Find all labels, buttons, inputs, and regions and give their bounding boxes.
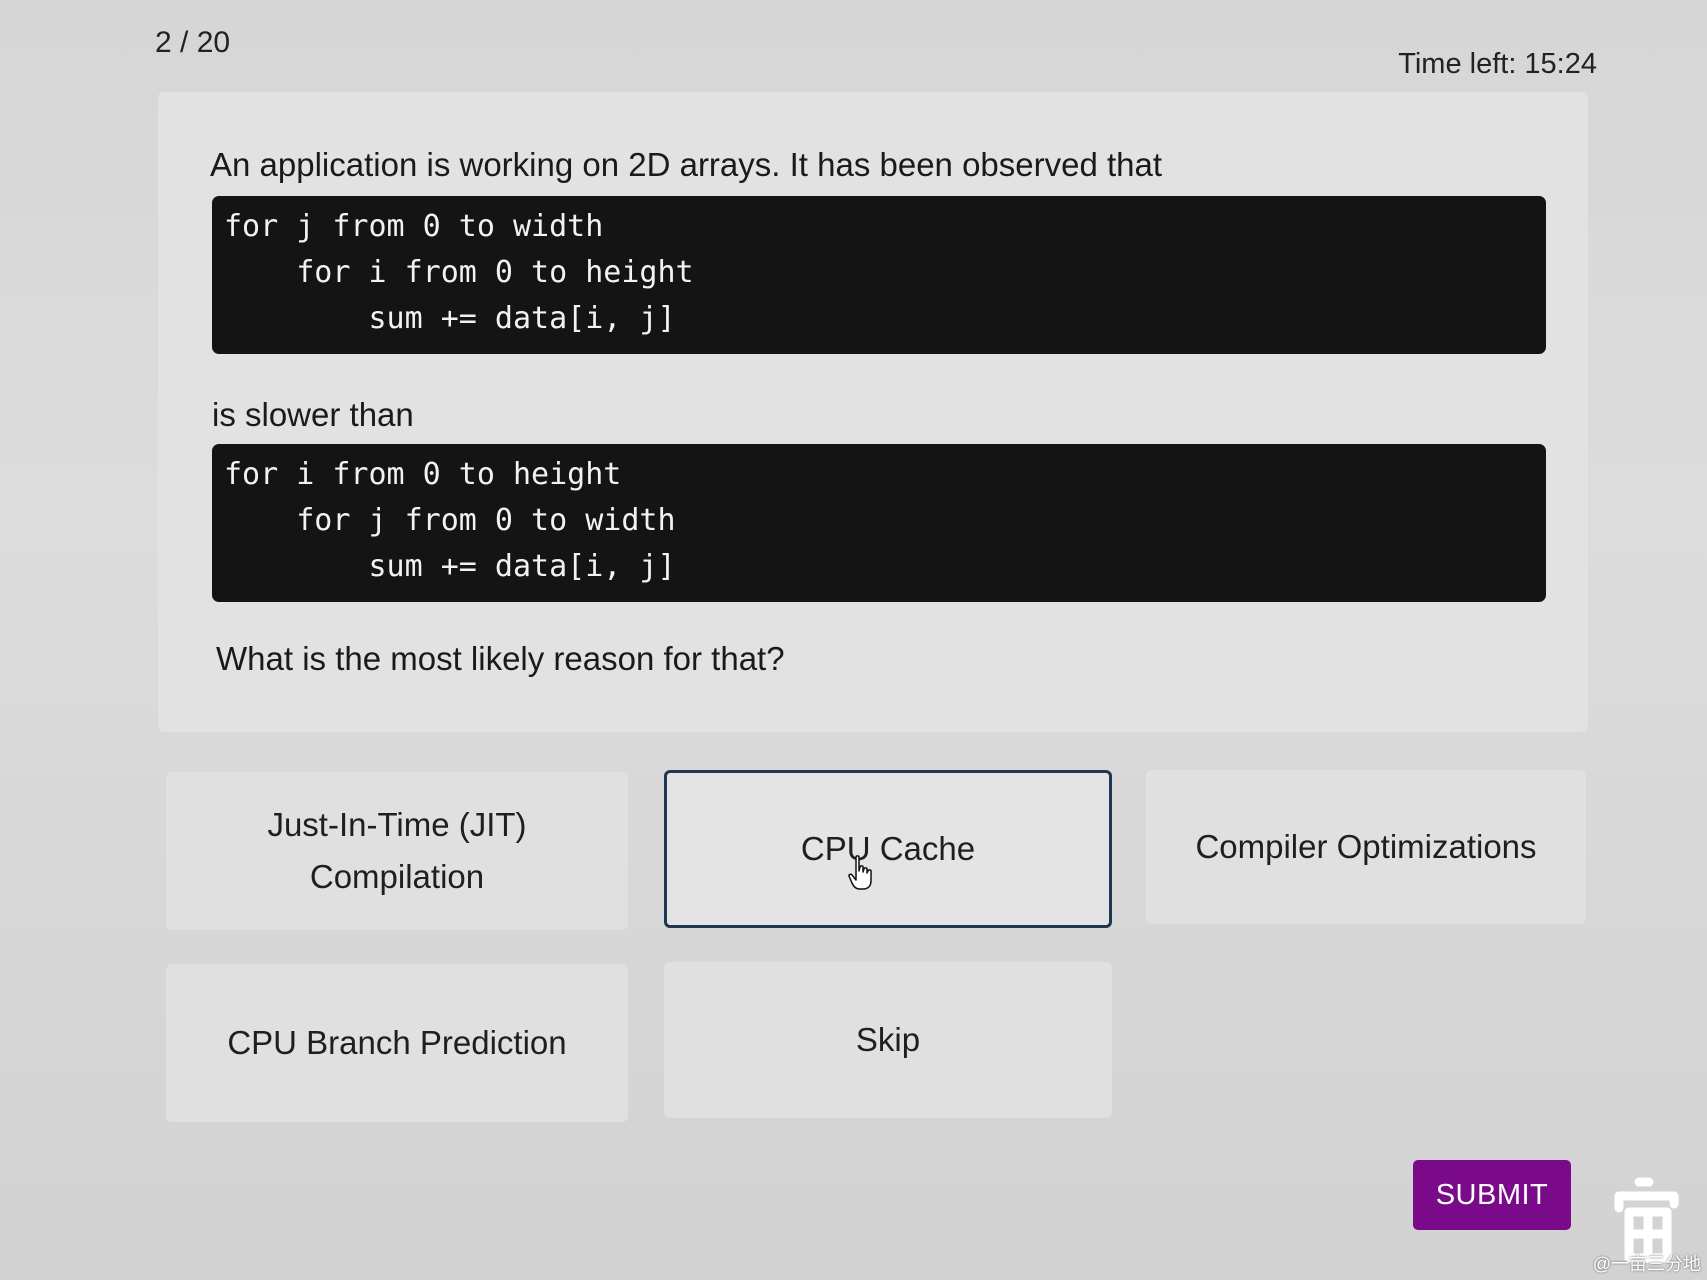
code-block-slow: for j from 0 to width for i from 0 to he… [212, 196, 1546, 354]
code-line: for j from 0 to width [224, 209, 604, 244]
code-line: for i from 0 to height [224, 457, 622, 492]
code-block-fast: for i from 0 to height for j from 0 to w… [212, 444, 1546, 602]
question-card: An application is working on 2D arrays. … [158, 92, 1588, 732]
code-line: for j from 0 to width [224, 503, 676, 538]
question-counter: 2 / 20 [155, 26, 231, 59]
option-label: CPU Cache [800, 830, 976, 867]
option-label: Compiler Optimizations [1195, 828, 1537, 865]
option-jit-compilation[interactable]: Just-In-Time (JIT) Compilation [166, 772, 628, 930]
code-line: sum += data[i, j] [224, 549, 676, 584]
watermark-text: @一亩三分地 [1592, 1254, 1701, 1274]
option-compiler-optimizations[interactable]: Compiler Optimizations [1146, 770, 1586, 924]
question-intro: An application is working on 2D arrays. … [210, 146, 1163, 183]
time-left: Time left: 15:24 [1398, 48, 1597, 80]
option-cpu-cache[interactable]: CPU Cache [664, 770, 1112, 928]
hand-cursor-icon [848, 855, 872, 890]
code-line: sum += data[i, j] [224, 301, 676, 336]
option-label: CPU Branch Prediction [227, 1024, 567, 1061]
code-line: for i from 0 to height [224, 255, 694, 290]
submit-button[interactable]: SUBMIT [1413, 1160, 1571, 1230]
option-label: Skip [855, 1021, 921, 1058]
question-middle: is slower than [212, 396, 414, 433]
option-label-line1: Just-In-Time (JIT) [267, 806, 527, 843]
option-cpu-branch-prediction[interactable]: CPU Branch Prediction [166, 964, 628, 1122]
option-skip[interactable]: Skip [664, 962, 1112, 1118]
option-label-line2: Compilation [309, 858, 485, 895]
question-prompt: What is the most likely reason for that? [216, 640, 785, 677]
